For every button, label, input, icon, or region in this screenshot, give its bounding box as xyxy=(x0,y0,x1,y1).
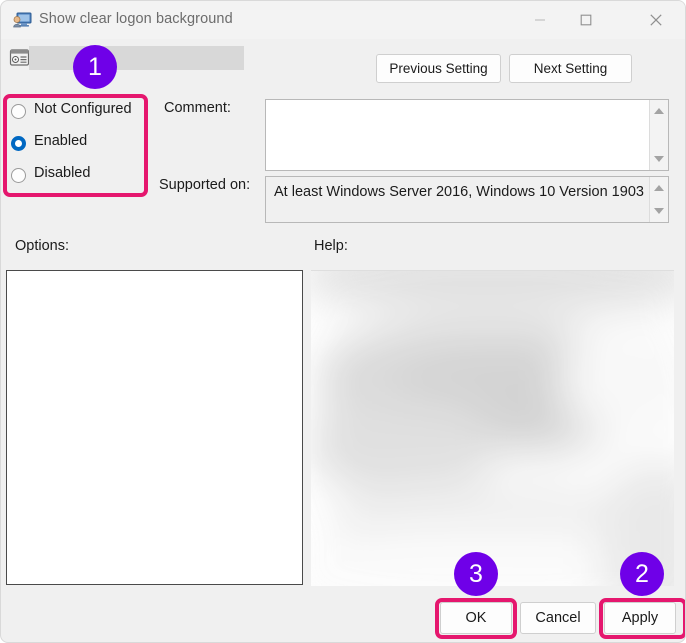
supported-on-field: At least Windows Server 2016, Windows 10… xyxy=(265,176,669,223)
previous-setting-button[interactable]: Previous Setting xyxy=(376,54,501,83)
close-icon[interactable] xyxy=(633,1,679,39)
minimize-icon[interactable] xyxy=(517,1,563,39)
radio-label-not-configured: Not Configured xyxy=(34,101,132,117)
comment-label: Comment: xyxy=(164,100,231,116)
titlebar: Show clear logon background xyxy=(1,1,685,39)
radio-mark-not-configured xyxy=(11,104,26,119)
cancel-button[interactable]: Cancel xyxy=(520,602,596,634)
scroll-down-icon[interactable] xyxy=(654,156,664,162)
supported-on-value: At least Windows Server 2016, Windows 10… xyxy=(274,184,644,200)
window-title: Show clear logon background xyxy=(39,11,233,27)
gpo-setting-icon xyxy=(12,10,32,30)
maximize-icon[interactable] xyxy=(563,1,609,39)
scroll-up-icon[interactable] xyxy=(654,185,664,191)
next-setting-button[interactable]: Next Setting xyxy=(509,54,632,83)
help-panel[interactable] xyxy=(311,270,674,586)
policy-setting-icon xyxy=(9,47,30,68)
radio-mark-disabled xyxy=(11,168,26,183)
scroll-down-icon[interactable] xyxy=(654,208,664,214)
ok-button[interactable]: OK xyxy=(440,602,512,634)
supported-on-label: Supported on: xyxy=(159,177,251,193)
radio-label-disabled: Disabled xyxy=(34,165,91,181)
radio-mark-enabled xyxy=(11,136,26,151)
options-panel[interactable] xyxy=(6,270,303,585)
supported-on-scrollbar[interactable] xyxy=(649,177,668,222)
policy-state-radio-group: Not Configured Enabled Disabled xyxy=(7,98,143,193)
comment-scrollbar[interactable] xyxy=(649,100,668,170)
radio-label-enabled: Enabled xyxy=(34,133,88,149)
group-policy-setting-dialog: Show clear logon background Previous Set… xyxy=(0,0,686,643)
apply-button[interactable]: Apply xyxy=(604,602,676,634)
scroll-up-icon[interactable] xyxy=(654,108,664,114)
comment-input[interactable] xyxy=(265,99,669,171)
help-label: Help: xyxy=(314,238,348,254)
help-panel-blurred-content xyxy=(311,271,674,586)
options-label: Options: xyxy=(15,238,69,254)
setting-name-redacted xyxy=(29,46,244,70)
